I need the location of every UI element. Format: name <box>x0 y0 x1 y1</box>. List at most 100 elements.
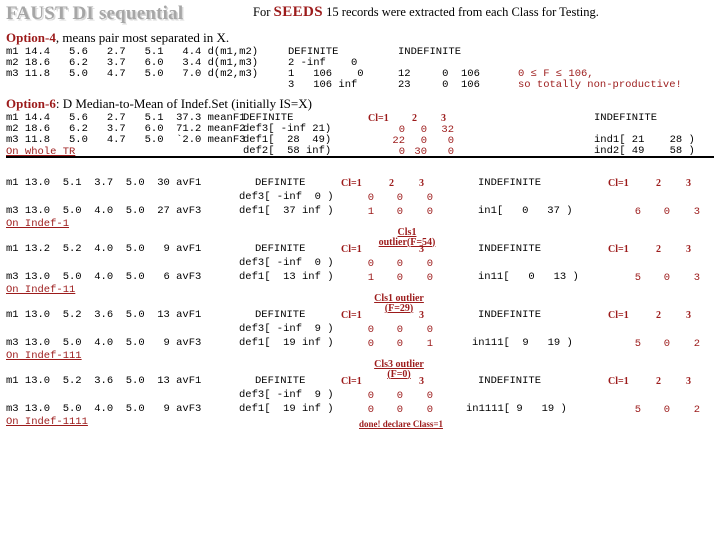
block3-count-r2-c3: 1 <box>426 338 433 350</box>
header-note-suffix: 15 records were extracted from each Clas… <box>323 5 599 19</box>
block1-row-2: m3 13.0 5.0 4.0 5.0 27 avF3 <box>6 205 202 217</box>
block3-indefinite-header: INDEFINITE <box>478 309 542 321</box>
block4-ind-count-c3: 2 <box>693 404 700 416</box>
block2-count-r1-c3: 0 <box>426 258 433 270</box>
block2-count-r2-c2: 0 <box>396 272 403 284</box>
block4-count-r1-c1: 0 <box>367 390 374 402</box>
option4-row-3: m3 11.8 5.0 4.7 5.0 7.0 d(m2,m3) <box>6 68 259 80</box>
block1-count-r2-c2: 0 <box>396 206 403 218</box>
block4-outlier-annotation: Cls3 outlier (F=0) <box>374 359 424 380</box>
block1-count-r2-c1: 1 <box>367 206 374 218</box>
option6-text: : D Median-to-Mean of Indef.Set (initial… <box>55 96 312 111</box>
block3-class-col-1: Cl=1 <box>341 310 362 321</box>
option6-row-3: m3 11.8 5.0 4.7 5.0 `2.0 meanF3 <box>6 134 246 146</box>
block1-ind-class-col-2: 2 <box>656 178 661 189</box>
block1-indefinite-header: INDEFINITE <box>478 177 542 189</box>
option6-class-col-1: Cl=1 <box>368 113 389 124</box>
page-title: FAUST DI sequential <box>6 3 184 24</box>
block3-count-r2-c2: 0 <box>396 338 403 350</box>
block3-ind-class-col-1: Cl=1 <box>608 310 629 321</box>
block3-indefinite-interval: in111[ 9 19 ) <box>472 337 573 349</box>
option4-note-line-2: so totally non-productive! <box>518 79 682 91</box>
block2-ind-count-c1: 5 <box>634 272 641 284</box>
option6-label: Option-6 <box>6 96 56 111</box>
block4-count-r1-c3: 0 <box>426 390 433 402</box>
block2-outlier-annotation: Cls1 outlier(F=54) <box>378 227 436 248</box>
block4-count-r2-c2: 0 <box>396 404 403 416</box>
block4-definite-header: DEFINITE <box>255 375 306 387</box>
block4-ind-class-col-1: Cl=1 <box>608 376 629 387</box>
block1-count-r1-c2: 0 <box>396 192 403 204</box>
block3-definite-interval-1: def3[ -inf 9 ) <box>239 323 334 335</box>
block1-indefinite-interval: in1[ 0 37 ) <box>478 205 573 217</box>
option4-label: Option-4 <box>6 30 56 45</box>
block4-ind-class-col-2: 2 <box>656 376 661 387</box>
option4-indefinite-row-2: 23 0 106 <box>398 79 480 91</box>
block4-count-r2-c3: 0 <box>426 404 433 416</box>
block1-row-1: m1 13.0 5.1 3.7 5.0 30 avF1 <box>6 177 202 189</box>
block2-ind-count-c3: 3 <box>693 272 700 284</box>
block3-count-r1-c3: 0 <box>426 324 433 336</box>
option4-definite-row-3: 3 106 inf <box>288 79 358 91</box>
block2-ind-class-col-2: 2 <box>656 244 661 255</box>
block4-ind-count-c1: 5 <box>634 404 641 416</box>
block4-count-r2-c1: 0 <box>367 404 374 416</box>
block4-definite-interval-1: def3[ -inf 9 ) <box>239 389 334 401</box>
block3-count-r2-c1: 0 <box>367 338 374 350</box>
block1-ind-class-col-3: 3 <box>686 178 691 189</box>
block2-definite-interval-2: def1[ 13 inf ) <box>239 271 334 283</box>
block3-definite-header: DEFINITE <box>255 309 306 321</box>
block1-count-r2-c3: 0 <box>426 206 433 218</box>
header-note: For SEEDS 15 records were extracted from… <box>253 5 599 20</box>
block2-indefinite-header: INDEFINITE <box>478 243 542 255</box>
block4-count-r1-c2: 0 <box>396 390 403 402</box>
block1-class-col-2: 2 <box>389 178 394 189</box>
block2-definite-header: DEFINITE <box>255 243 306 255</box>
block1-footer-label: On Indef-1 <box>6 218 70 230</box>
block2-count-r1-c1: 0 <box>367 258 374 270</box>
option4-text: , means pair most separated in X. <box>55 30 230 45</box>
block1-ind-count-c1: 6 <box>634 206 641 218</box>
block3-footer-label: On Indef-111 <box>6 350 82 362</box>
block2-indefinite-interval: in11[ 0 13 ) <box>478 271 579 283</box>
block1-ind-count-c2: 0 <box>663 206 670 218</box>
block3-count-r1-c2: 0 <box>396 324 403 336</box>
block3-definite-interval-2: def1[ 19 inf ) <box>239 337 334 349</box>
slide-canvas: FAUST DI sequential For SEEDS 15 records… <box>0 0 720 540</box>
block4-ind-count-c2: 0 <box>663 404 670 416</box>
block2-count-r2-c3: 0 <box>426 272 433 284</box>
block1-ind-count-c3: 3 <box>693 206 700 218</box>
block3-outlier-annotation: Cls1 outlier (F=29) <box>374 293 424 314</box>
block2-count-r2-c1: 1 <box>367 272 374 284</box>
option6-indefinite-header: INDEFINITE <box>594 112 658 124</box>
block4-footer-label: On Indef-1111 <box>6 416 88 428</box>
block3-ind-class-col-3: 3 <box>686 310 691 321</box>
block1-ind-class-col-1: Cl=1 <box>608 178 629 189</box>
block3-count-r1-c1: 0 <box>367 324 374 336</box>
option4-indefinite-header: INDEFINITE <box>398 46 462 58</box>
block4-class-col-1: Cl=1 <box>341 376 362 387</box>
block1-definite-interval-2: def1[ 37 inf ) <box>239 205 334 217</box>
block2-class-col-1: Cl=1 <box>341 244 362 255</box>
block1-count-r1-c3: 0 <box>426 192 433 204</box>
block3-ind-class-col-2: 2 <box>656 310 661 321</box>
block2-count-r1-c2: 0 <box>396 258 403 270</box>
block2-ind-class-col-1: Cl=1 <box>608 244 629 255</box>
block1-class-col-3: 3 <box>419 178 424 189</box>
block4-row-1: m1 13.0 5.2 3.6 5.0 13 avF1 <box>6 375 202 387</box>
block2-ind-class-col-3: 3 <box>686 244 691 255</box>
block2-ind-count-c2: 0 <box>663 272 670 284</box>
option6-heading: Option-6: D Median-to-Mean of Indef.Set … <box>6 96 312 111</box>
block1-definite-header: DEFINITE <box>255 177 306 189</box>
option6-class-col-3: 3 <box>441 113 446 124</box>
block1-count-r1-c1: 0 <box>367 192 374 204</box>
block4-indefinite-interval: in1111[ 9 19 ) <box>466 403 567 415</box>
block3-ind-count-c1: 5 <box>634 338 641 350</box>
block4-indefinite-header: INDEFINITE <box>478 375 542 387</box>
block4-ind-class-col-3: 3 <box>686 376 691 387</box>
option4-heading: Option-4, means pair most separated in X… <box>6 30 229 45</box>
block1-definite-interval-1: def3[ -inf 0 ) <box>239 191 334 203</box>
option6-section-rule <box>6 156 714 158</box>
block4-conclusion: done! declare Class=1 <box>359 419 443 429</box>
block1-class-col-1: Cl=1 <box>341 178 362 189</box>
